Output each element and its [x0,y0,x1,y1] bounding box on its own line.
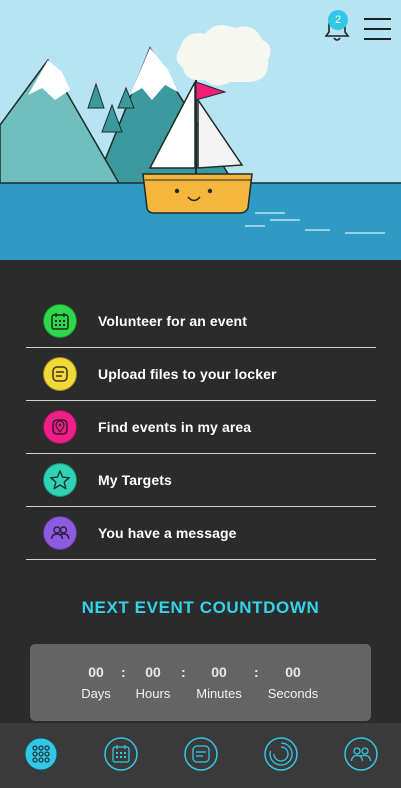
list-item-label: Upload files to your locker [98,366,277,382]
list-item-upload[interactable]: Upload files to your locker [26,348,376,401]
people-icon [344,737,378,771]
minutes-label: Minutes [196,686,242,701]
list-item-label: You have a message [98,525,237,541]
hamburger-menu-icon[interactable] [364,18,391,40]
list-item-targets[interactable]: My Targets [26,454,376,507]
nav-home-button[interactable] [24,737,58,771]
minutes-value: 00 [211,664,227,680]
countdown-minutes: 00 Minutes [179,664,259,701]
people-icon [43,516,77,550]
home-grid-icon [24,737,58,771]
calendar-icon [43,304,77,338]
nav-calendar-button[interactable] [104,737,138,771]
bottom-nav [0,723,401,788]
countdown-title: NEXT EVENT COUNTDOWN [81,598,320,617]
nav-targets-button[interactable] [264,737,298,771]
countdown-box: 00 Days : 00 Hours : 00 Minutes : 00 Sec… [30,644,371,721]
list-item-label: Volunteer for an event [98,313,247,329]
calendar-icon [104,737,138,771]
seconds-value: 00 [285,664,301,680]
countdown-seconds: 00 Seconds [253,664,333,701]
main-panel: Volunteer for an event Upload files to y… [0,260,401,723]
list-item-volunteer[interactable]: Volunteer for an event [26,295,376,348]
seconds-label: Seconds [267,686,319,701]
list-item-message[interactable]: You have a message [26,507,376,560]
list-item-label: My Targets [98,472,172,488]
list-item-find-events[interactable]: Find events in my area [26,401,376,454]
map-pin-icon [43,410,77,444]
locker-icon [184,737,218,771]
targets-icon [264,737,298,771]
star-icon [43,463,77,497]
locker-icon [43,357,77,391]
list-item-label: Find events in my area [98,419,252,435]
nav-people-button[interactable] [344,737,378,771]
nav-locker-button[interactable] [184,737,218,771]
notification-count-badge: 2 [328,10,348,30]
action-list: Volunteer for an event Upload files to y… [26,295,376,560]
